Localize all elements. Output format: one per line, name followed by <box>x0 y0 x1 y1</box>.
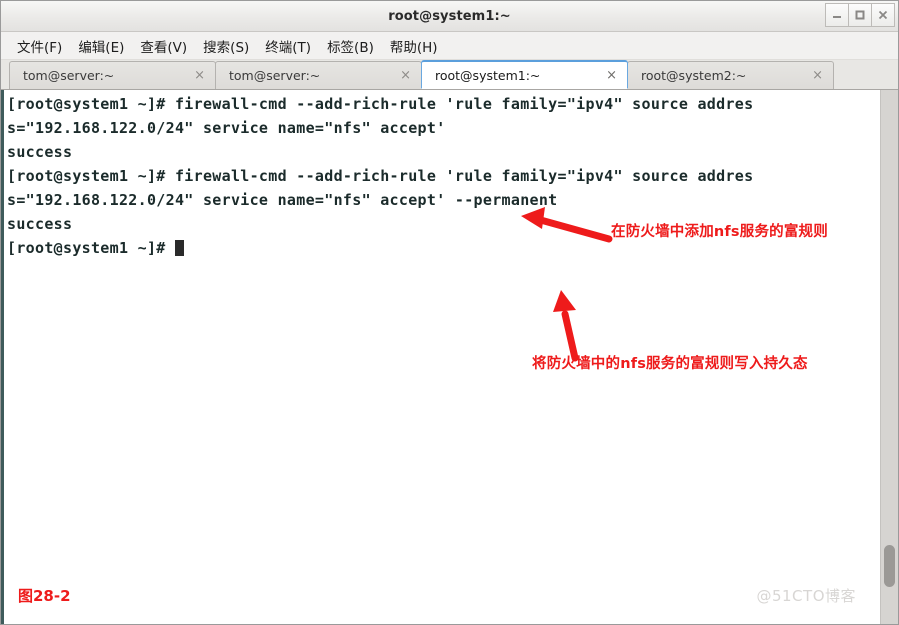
terminal-line: s="192.168.122.0/24" service name="nfs" … <box>7 119 446 137</box>
close-button[interactable] <box>871 3 895 27</box>
tab-close-icon[interactable]: × <box>806 69 823 82</box>
menu-item-search[interactable]: 搜索(S) <box>195 34 257 58</box>
terminal-output[interactable]: [root@system1 ~]# firewall-cmd --add-ric… <box>4 90 880 624</box>
figure-label: 图28-2 <box>18 587 71 605</box>
maximize-icon <box>854 9 866 21</box>
tab-label: root@system1:~ <box>435 67 541 83</box>
menu-item-help[interactable]: 帮助(H) <box>382 34 446 58</box>
tabbar: tom@server:~ × tom@server:~ × root@syste… <box>1 60 898 90</box>
minimize-icon <box>831 9 843 21</box>
terminal-scrollbar[interactable] <box>880 90 898 624</box>
minimize-button[interactable] <box>825 3 849 27</box>
close-icon <box>877 9 889 21</box>
annotation-permanent: 将防火墙中的nfs服务的富规则写入持久态 <box>532 356 808 372</box>
terminal-line: success <box>7 143 73 161</box>
terminal-line: [root@system1 ~]# firewall-cmd --add-ric… <box>7 95 754 113</box>
terminal-body: [root@system1 ~]# firewall-cmd --add-ric… <box>1 90 898 624</box>
terminal-prompt: [root@system1 ~]# <box>7 239 175 257</box>
terminal-line: [root@system1 ~]# firewall-cmd --add-ric… <box>7 167 754 185</box>
window-controls <box>825 3 895 27</box>
menubar: 文件(F) 编辑(E) 查看(V) 搜索(S) 终端(T) 标签(B) 帮助(H… <box>1 32 898 60</box>
tab-root-system1[interactable]: root@system1:~ × <box>421 60 628 89</box>
tab-label: tom@server:~ <box>229 68 321 83</box>
maximize-button[interactable] <box>848 3 872 27</box>
tab-label: root@system2:~ <box>641 68 747 83</box>
tab-close-icon[interactable]: × <box>600 69 617 82</box>
window-title: root@system1:~ <box>388 8 511 24</box>
watermark: @51CTO博客 <box>756 587 856 605</box>
menu-item-edit[interactable]: 编辑(E) <box>70 34 132 58</box>
menu-item-file[interactable]: 文件(F) <box>9 34 70 58</box>
tab-tom-server-2[interactable]: tom@server:~ × <box>215 61 422 89</box>
tab-label: tom@server:~ <box>23 68 115 83</box>
menu-item-terminal[interactable]: 终端(T) <box>257 34 319 58</box>
tab-tom-server-1[interactable]: tom@server:~ × <box>9 61 216 89</box>
tab-root-system2[interactable]: root@system2:~ × <box>627 61 834 89</box>
menu-item-tabs[interactable]: 标签(B) <box>319 34 382 58</box>
window-titlebar: root@system1:~ <box>1 1 898 32</box>
scrollbar-thumb[interactable] <box>884 545 895 587</box>
block-cursor-icon <box>174 240 184 256</box>
tab-close-icon[interactable]: × <box>188 69 205 82</box>
menu-item-view[interactable]: 查看(V) <box>132 34 195 58</box>
annotation-add-rich-rule: 在防火墙中添加nfs服务的富规则 <box>611 224 828 240</box>
terminal-window: root@system1:~ 文件(F) 编辑(E) 查看(V) 搜索(S) 终… <box>0 0 899 625</box>
tab-close-icon[interactable]: × <box>394 69 411 82</box>
terminal-line: s="192.168.122.0/24" service name="nfs" … <box>7 191 558 209</box>
